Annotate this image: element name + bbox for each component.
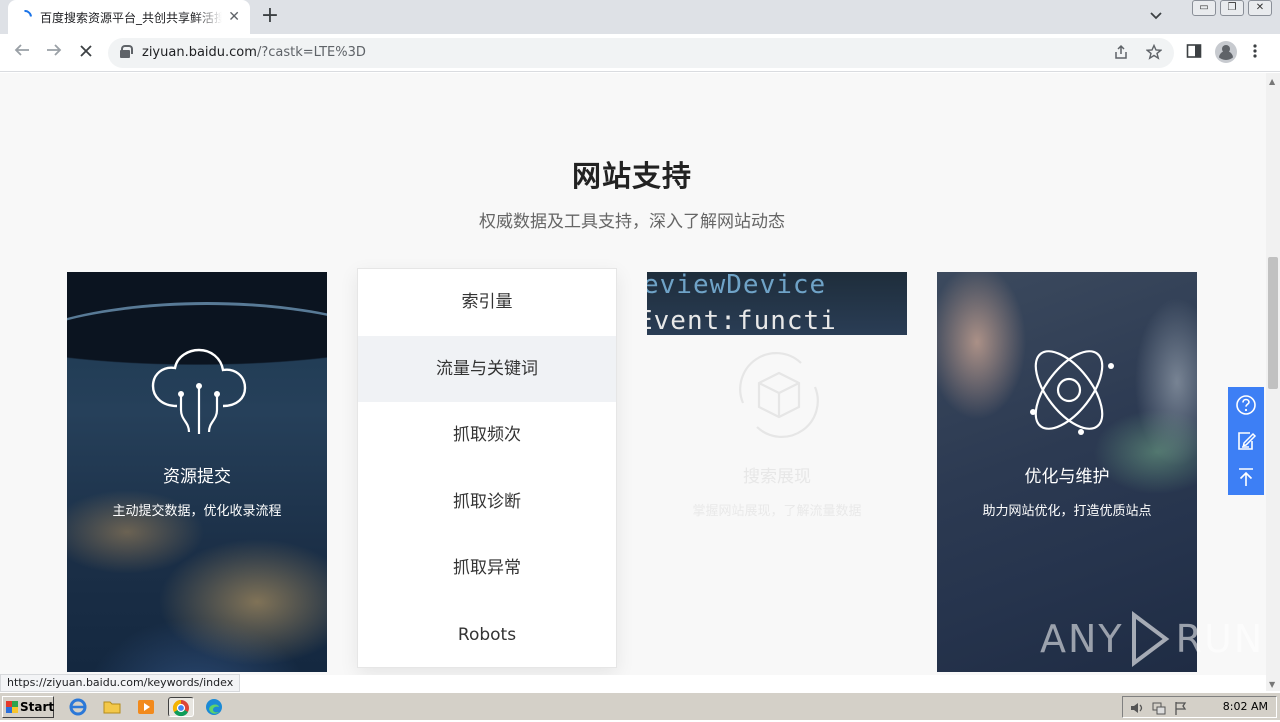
page-scrollbar[interactable]: ▲ ▼ — [1266, 73, 1280, 691]
feedback-button[interactable] — [1228, 423, 1264, 459]
site-support-menu: 索引量 流量与关键词 抓取频次 抓取诊断 抓取异常 Robots — [357, 268, 617, 668]
menu-item-crawl-diagnosis[interactable]: 抓取诊断 — [358, 469, 616, 536]
watermark-right-text: RUN — [1175, 617, 1265, 661]
floating-action-bar — [1228, 387, 1264, 495]
chrome-taskbar-icon[interactable] — [168, 697, 194, 717]
stop-loading-icon[interactable] — [74, 41, 98, 65]
profile-avatar-icon[interactable] — [1215, 41, 1237, 63]
url-path: /?castk=LTE%3D — [256, 45, 366, 60]
card-description: 掌握网站展现，了解流量数据 — [692, 504, 862, 519]
url-text[interactable]: ziyuan.baidu.com/?castk=LTE%3D — [142, 45, 366, 60]
menu-item-crawl-errors[interactable]: 抓取异常 — [358, 535, 616, 602]
card-description: 助力网站优化，打造优质站点 — [982, 504, 1152, 519]
back-arrow-icon[interactable] — [10, 41, 34, 65]
card-title: 搜索展现 — [743, 467, 811, 487]
play-logo-icon — [1131, 611, 1169, 667]
bookmark-star-icon[interactable] — [1145, 43, 1163, 64]
edit-feedback-icon — [1238, 432, 1257, 450]
code-line-2: Event:functi — [647, 306, 837, 335]
status-bar-url: https://ziyuan.baidu.com/keywords/index — [0, 674, 241, 692]
card-title: 优化与维护 — [1024, 467, 1110, 487]
help-button[interactable] — [1228, 387, 1264, 423]
code-line-1: eviewDevice — [647, 272, 827, 300]
atom-icon — [1030, 350, 1114, 435]
tab-search-chevron-icon[interactable] — [1150, 8, 1162, 24]
card-resource-submit[interactable]: 资源提交 主动提交数据，优化收录流程 — [67, 272, 327, 672]
menu-item-index-volume[interactable]: 索引量 — [358, 269, 616, 336]
back-to-top-button[interactable] — [1228, 459, 1264, 495]
tab-strip: 百度搜索资源平台_共创共享鲜活搜索 ✕ + ▭ ❐ ✕ — [0, 0, 1280, 34]
scrollbar-thumb[interactable] — [1268, 257, 1278, 389]
section-subtitle: 权威数据及工具支持，深入了解网站动态 — [479, 212, 785, 232]
ie-taskbar-icon[interactable] — [68, 697, 90, 717]
tab-title: 百度搜索资源平台_共创共享鲜活搜索 — [40, 10, 223, 25]
box-rotate-icon — [739, 352, 819, 438]
system-tray: 8:02 AM — [1122, 696, 1277, 718]
explorer-folder-taskbar-icon[interactable] — [102, 697, 124, 717]
action-center-flag-icon[interactable] — [1173, 700, 1189, 716]
card-description: 主动提交数据，优化收录流程 — [112, 504, 282, 519]
start-label: Start — [20, 700, 55, 714]
help-icon — [1236, 395, 1256, 415]
anyrun-watermark: ANY RUN — [1040, 611, 1264, 667]
close-window-button[interactable]: ✕ — [1248, 0, 1272, 16]
windows-taskbar: Start 8:02 AM — [0, 692, 1280, 720]
side-panel-icon[interactable] — [1186, 43, 1202, 63]
url-domain: ziyuan.baidu.com — [142, 45, 257, 60]
network-icon[interactable] — [1151, 700, 1167, 716]
section-title: 网站支持 — [571, 159, 692, 193]
browser-tab[interactable]: 百度搜索资源平台_共创共享鲜活搜索 ✕ — [8, 0, 250, 34]
arrow-top-icon — [1239, 468, 1253, 486]
tab-close-icon[interactable]: ✕ — [228, 9, 240, 25]
watermark-left-text: ANY — [1040, 617, 1124, 661]
card-title: 资源提交 — [163, 467, 231, 487]
address-bar[interactable]: ziyuan.baidu.com/?castk=LTE%3D — [108, 38, 1174, 68]
volume-icon[interactable] — [1129, 700, 1145, 716]
card-search-display-image: eviewDevice Event:functi — [647, 272, 907, 335]
scroll-up-arrow-icon[interactable]: ▲ — [1269, 77, 1275, 86]
edge-taskbar-icon[interactable] — [204, 697, 226, 717]
menu-item-crawl-frequency[interactable]: 抓取频次 — [358, 402, 616, 469]
menu-kebab-icon[interactable] — [1252, 43, 1258, 63]
share-icon[interactable] — [1113, 44, 1129, 64]
window-controls: ▭ ❐ ✕ — [1192, 0, 1272, 16]
card-search-display[interactable]: 搜索展现 掌握网站展现，了解流量数据 — [647, 335, 907, 672]
restore-button[interactable]: ❐ — [1220, 0, 1244, 16]
scroll-down-arrow-icon[interactable]: ▼ — [1269, 680, 1275, 689]
forward-arrow-icon[interactable] — [42, 41, 66, 65]
minimize-button[interactable]: ▭ — [1192, 0, 1216, 16]
lock-icon[interactable] — [120, 45, 133, 58]
media-player-taskbar-icon[interactable] — [136, 697, 158, 717]
loading-spinner-icon — [15, 7, 35, 27]
browser-toolbar: ziyuan.baidu.com/?castk=LTE%3D — [0, 34, 1280, 72]
menu-item-robots[interactable]: Robots — [358, 602, 616, 669]
cloud-upload-icon — [151, 348, 247, 434]
menu-item-traffic-keywords[interactable]: 流量与关键词 — [358, 335, 616, 402]
windows-flag-icon — [6, 701, 18, 713]
start-button[interactable]: Start — [2, 696, 54, 718]
new-tab-button[interactable]: + — [258, 5, 282, 29]
page-content: 网站支持 权威数据及工具支持，深入了解网站动态 资源提交 主动提交数据，优化收录… — [0, 73, 1266, 675]
taskbar-clock[interactable]: 8:02 AM — [1223, 700, 1268, 713]
